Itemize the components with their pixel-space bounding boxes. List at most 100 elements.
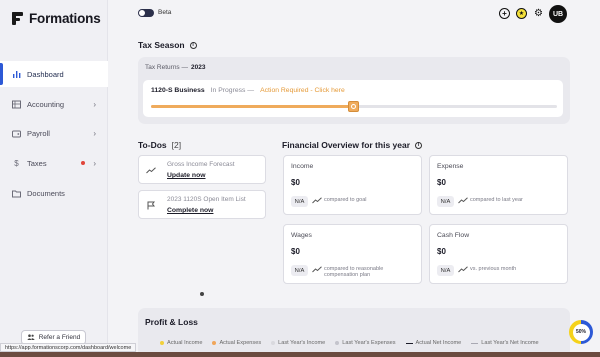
legend-line-marker — [405, 342, 413, 344]
comparison-text: vs. previous month — [470, 266, 517, 272]
wages-card[interactable]: Wages $0 N/A compared to reasonable comp… — [283, 224, 422, 284]
legend-item[interactable]: Actual Expenses — [212, 340, 261, 346]
legend-dot-marker — [335, 341, 340, 345]
legend-item[interactable]: Last Year's Expenses — [335, 340, 396, 346]
card-label: Income — [291, 163, 314, 170]
tax-returns-row: Tax Returns —2023 — [145, 64, 205, 71]
legend-dot-marker — [212, 341, 217, 345]
sidebar-item-payroll[interactable]: Payroll › — [0, 120, 108, 146]
todos-count: [2] — [171, 140, 182, 150]
card-label: Expense — [437, 163, 464, 170]
carousel-dot[interactable] — [200, 292, 204, 296]
legend-dot-marker — [160, 341, 164, 345]
progress-handle[interactable] — [348, 101, 359, 112]
legend-label: Last Year's Net Income — [481, 340, 539, 346]
action-required-link[interactable]: Action Required - Click here — [260, 87, 345, 94]
tax-progress-fill — [151, 105, 354, 108]
todo-item[interactable]: Gross Income Forecast Update now — [138, 155, 266, 184]
app-name: Formations — [29, 11, 101, 26]
tax-progress-bar — [151, 101, 557, 112]
card-value: $0 — [291, 178, 300, 187]
legend-line-marker — [471, 342, 479, 344]
avatar[interactable]: UB — [549, 5, 567, 23]
complete-now-link[interactable]: Complete now — [167, 207, 213, 214]
wallet-icon — [12, 129, 21, 138]
trend-icon — [146, 165, 156, 175]
flag-icon — [146, 200, 156, 210]
legend-item[interactable]: Last Year's Income — [271, 340, 325, 346]
profit-loss-heading: Profit & Loss — [145, 317, 198, 327]
tax-return-status: 1120-S Business In Progress — Action Req… — [151, 87, 345, 94]
todo-title: 2023 1120S Open Item List — [167, 196, 246, 203]
comparison-text: compared to goal — [324, 197, 367, 203]
chevron-right-icon: › — [93, 99, 96, 109]
tax-season-heading: Tax Season i — [138, 40, 197, 50]
sidebar-item-label: Documents — [27, 188, 65, 198]
bottom-strip — [0, 352, 600, 357]
trend-icon — [312, 266, 322, 275]
tax-season-title: Tax Season — [138, 40, 185, 50]
todo-title: Gross Income Forecast — [167, 161, 235, 168]
sidebar-item-dashboard[interactable]: Dashboard — [0, 61, 108, 87]
todos-heading: To-Dos [2] — [138, 140, 181, 150]
legend-label: Last Year's Expenses — [342, 340, 396, 346]
sidebar-item-label: Accounting — [27, 99, 65, 109]
plus-icon[interactable]: + — [499, 8, 510, 19]
status-badge: N/A — [291, 196, 308, 207]
trend-icon — [458, 266, 468, 275]
chevron-right-icon: › — [93, 128, 96, 138]
completion-ring[interactable]: 50% — [569, 320, 593, 344]
beta-toggle[interactable] — [138, 9, 154, 17]
app-logo[interactable]: Formations — [12, 11, 101, 26]
ledger-icon — [12, 100, 21, 109]
star-icon[interactable]: ★ — [516, 8, 527, 19]
gear-icon[interactable]: ⚙ — [533, 8, 544, 19]
income-card[interactable]: Income $0 N/A compared to goal — [283, 155, 422, 215]
legend-item[interactable]: Last Year's Net Income — [471, 340, 539, 346]
tax-returns-label: Tax Returns — — [145, 64, 188, 71]
comparison-text: compared to last year — [470, 197, 523, 203]
chevron-right-icon: › — [93, 158, 96, 168]
profit-loss-title: Profit & Loss — [145, 317, 198, 327]
status-badge: N/A — [291, 265, 308, 276]
tax-returns-year: 2023 — [191, 64, 206, 71]
info-icon[interactable]: i — [415, 141, 423, 149]
legend-item[interactable]: Actual Net Income — [405, 340, 462, 346]
legend-item[interactable]: Actual Income — [160, 340, 202, 346]
todo-item[interactable]: 2023 1120S Open Item List Complete now — [138, 190, 266, 219]
legend-label: Actual Net Income — [415, 340, 462, 346]
sidebar-item-label: Taxes — [27, 158, 47, 168]
update-now-link[interactable]: Update now — [167, 172, 206, 179]
folder-icon — [12, 189, 21, 198]
status-badge: N/A — [437, 196, 454, 207]
card-value: $0 — [291, 247, 300, 256]
legend-label: Last Year's Income — [278, 340, 326, 346]
comparison-text: compared to reasonable compensation plan — [324, 266, 384, 278]
legend-dot-marker — [271, 341, 276, 345]
status-badge: N/A — [437, 265, 454, 276]
sidebar-item-accounting[interactable]: Accounting › — [0, 91, 108, 117]
trend-icon — [458, 197, 468, 206]
todos-title: To-Dos — [138, 140, 167, 150]
bar-chart-icon — [12, 70, 21, 79]
card-label: Wages — [291, 232, 312, 239]
financial-title: Financial Overview for this year — [282, 140, 411, 150]
financial-heading: Financial Overview for this year i — [282, 140, 423, 150]
sidebar-item-documents[interactable]: Documents — [0, 180, 108, 206]
info-icon[interactable]: i — [189, 41, 197, 49]
sidebar-item-label: Dashboard — [27, 69, 64, 79]
chart-legend: Actual Income Actual Expenses Last Year's … — [160, 340, 539, 346]
sidebar-item-taxes[interactable]: $ Taxes › — [0, 150, 108, 176]
card-value: $0 — [437, 178, 446, 187]
alert-dot — [81, 161, 85, 165]
trend-icon — [312, 197, 322, 206]
refer-label: Refer a Friend — [38, 334, 81, 341]
legend-label: Actual Income — [167, 340, 203, 346]
card-label: Cash Flow — [437, 232, 470, 239]
users-icon — [27, 333, 35, 342]
sidebar: Formations Dashboard Accounting › Payrol… — [0, 0, 108, 357]
status-bar-url: https://app.formationscorp.com/dashboard… — [0, 343, 137, 352]
cash-flow-card[interactable]: Cash Flow $0 N/A vs. previous month — [429, 224, 568, 284]
sidebar-item-label: Payroll — [27, 128, 50, 138]
expense-card[interactable]: Expense $0 N/A compared to last year — [429, 155, 568, 215]
